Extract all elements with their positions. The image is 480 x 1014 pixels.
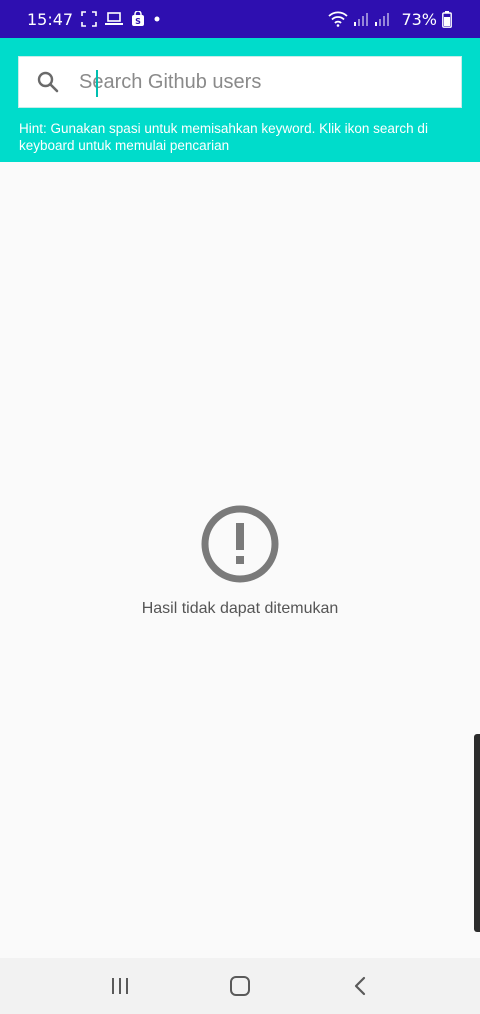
- status-left: 15:47 S: [27, 10, 161, 29]
- screenshot-frame-icon: [81, 11, 97, 27]
- search-hint: Hint: Gunakan spasi untuk memisahkan key…: [19, 121, 428, 153]
- empty-state: Hasil tidak dapat ditemukan: [0, 504, 480, 618]
- battery-percent: 73%: [401, 9, 437, 29]
- text-cursor: [96, 70, 98, 97]
- empty-state-message: Hasil tidak dapat ditemukan: [141, 600, 339, 617]
- search-input[interactable]: [77, 57, 461, 107]
- status-right: 73%: [328, 10, 452, 29]
- scroll-handle[interactable]: [474, 734, 480, 932]
- laptop-icon: [105, 12, 124, 26]
- wifi-icon: [328, 11, 349, 27]
- signal-icon: [353, 11, 369, 27]
- status-time: 15:47: [27, 9, 74, 29]
- search-icon[interactable]: [19, 56, 77, 108]
- alert-circle-icon: [201, 505, 279, 583]
- status-bar: 15:47 S 73%: [0, 0, 480, 38]
- home-icon: [230, 976, 250, 996]
- navigation-bar: [0, 958, 480, 1014]
- battery-icon: [442, 10, 452, 28]
- search-bar[interactable]: [18, 56, 462, 108]
- back-icon: [354, 976, 366, 996]
- search-header: Hint: Gunakan spasi untuk memisahkan key…: [0, 38, 480, 162]
- back-button[interactable]: [330, 958, 390, 1014]
- shop-bag-icon: S: [131, 11, 145, 27]
- dot-icon: [153, 15, 161, 23]
- recent-apps-button[interactable]: [90, 958, 150, 1014]
- home-button[interactable]: [210, 958, 270, 1014]
- recent-apps-icon: [112, 978, 128, 994]
- svg-text:S: S: [135, 17, 141, 26]
- signal-icon: [374, 11, 390, 27]
